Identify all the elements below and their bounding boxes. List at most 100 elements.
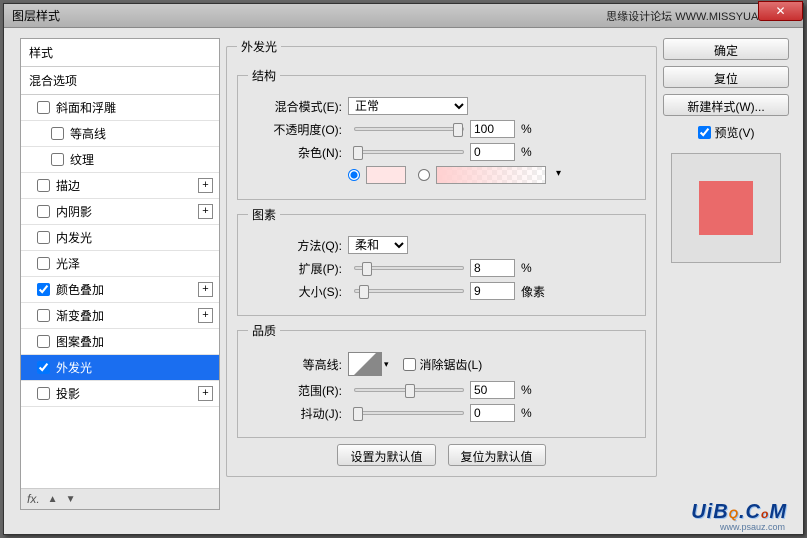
move-down-icon[interactable]: ▼	[66, 494, 76, 505]
antialias-checkbox[interactable]	[403, 358, 416, 371]
item-satin[interactable]: 光泽	[21, 251, 219, 277]
item-patternoverlay[interactable]: 图案叠加	[21, 329, 219, 355]
size-label: 大小(S):	[248, 283, 348, 300]
preview-box	[671, 153, 781, 263]
satin-checkbox[interactable]	[37, 257, 50, 270]
plus-icon[interactable]: +	[198, 178, 213, 193]
slider-thumb[interactable]	[353, 407, 363, 421]
dropshadow-checkbox[interactable]	[37, 387, 50, 400]
noise-unit: %	[521, 145, 532, 159]
window-title: 图层样式	[12, 7, 606, 24]
item-bevel[interactable]: 斜面和浮雕	[21, 95, 219, 121]
item-stroke[interactable]: 描边+	[21, 173, 219, 199]
contour-picker[interactable]	[348, 352, 382, 376]
preview-label: 预览(V)	[715, 124, 755, 141]
item-gradientoverlay[interactable]: 渐变叠加+	[21, 303, 219, 329]
innershadow-checkbox[interactable]	[37, 205, 50, 218]
size-input[interactable]	[470, 282, 515, 300]
range-label: 范围(R):	[248, 382, 348, 399]
jitter-slider[interactable]	[354, 411, 464, 415]
item-outerglow[interactable]: 外发光	[21, 355, 219, 381]
gradientoverlay-checkbox[interactable]	[37, 309, 50, 322]
opacity-input[interactable]	[470, 120, 515, 138]
structure-legend: 结构	[248, 67, 280, 84]
plus-icon[interactable]: +	[198, 204, 213, 219]
bevel-checkbox[interactable]	[37, 101, 50, 114]
slider-thumb[interactable]	[405, 384, 415, 398]
color-radio[interactable]	[348, 169, 360, 181]
innerglow-checkbox[interactable]	[37, 231, 50, 244]
noise-slider[interactable]	[354, 150, 464, 154]
gradient-radio[interactable]	[418, 169, 430, 181]
coloroverlay-checkbox[interactable]	[37, 283, 50, 296]
elements-legend: 图素	[248, 206, 280, 223]
spread-unit: %	[521, 261, 532, 275]
plus-icon[interactable]: +	[198, 282, 213, 297]
size-slider[interactable]	[354, 289, 464, 293]
spread-input[interactable]	[470, 259, 515, 277]
slider-thumb[interactable]	[353, 146, 363, 160]
slider-thumb[interactable]	[362, 262, 372, 276]
quality-group: 品质 等高线: ▾ 消除锯齿(L) 范围(R): % 抖动(J):	[237, 322, 646, 438]
outerglow-group: 外发光 结构 混合模式(E): 正常 不透明度(O): % 杂色(N):	[226, 38, 657, 477]
spread-slider[interactable]	[354, 266, 464, 270]
list-footer: fx. ▲ ▼	[21, 488, 219, 509]
contour-label: 等高线:	[248, 356, 348, 373]
jitter-label: 抖动(J):	[248, 405, 348, 422]
blendmode-label: 混合模式(E):	[248, 98, 348, 115]
ok-button[interactable]: 确定	[663, 38, 789, 60]
elements-group: 图素 方法(Q): 柔和 扩展(P): % 大小(S):	[237, 206, 646, 316]
item-innerglow[interactable]: 内发光	[21, 225, 219, 251]
item-contour[interactable]: 等高线	[21, 121, 219, 147]
range-unit: %	[521, 383, 532, 397]
left-panel: 样式 混合选项 斜面和浮雕 等高线 纹理 描边+ 内阴影+ 内发光 光泽 颜色叠…	[4, 28, 220, 534]
blendmode-select[interactable]: 正常	[348, 97, 468, 115]
outerglow-legend: 外发光	[237, 38, 281, 55]
reset-default-button[interactable]: 复位为默认值	[448, 444, 546, 466]
color-swatch[interactable]	[366, 166, 406, 184]
content: 样式 混合选项 斜面和浮雕 等高线 纹理 描边+ 内阴影+ 内发光 光泽 颜色叠…	[4, 28, 803, 534]
right-panel: 确定 复位 新建样式(W)... 预览(V)	[663, 28, 803, 534]
style-list: 样式 混合选项 斜面和浮雕 等高线 纹理 描边+ 内阴影+ 内发光 光泽 颜色叠…	[20, 38, 220, 510]
opacity-slider[interactable]	[354, 127, 464, 131]
chevron-down-icon[interactable]: ▾	[384, 359, 389, 370]
texture-checkbox[interactable]	[51, 153, 64, 166]
range-slider[interactable]	[354, 388, 464, 392]
size-unit: 像素	[521, 283, 545, 300]
styles-header[interactable]: 样式	[21, 39, 219, 67]
preview-checkbox[interactable]	[698, 126, 711, 139]
item-dropshadow[interactable]: 投影+	[21, 381, 219, 407]
technique-select[interactable]: 柔和	[348, 236, 408, 254]
slider-thumb[interactable]	[453, 123, 463, 137]
antialias-label: 消除锯齿(L)	[420, 356, 483, 373]
noise-input[interactable]	[470, 143, 515, 161]
outerglow-checkbox[interactable]	[37, 361, 50, 374]
opacity-label: 不透明度(O):	[248, 121, 348, 138]
plus-icon[interactable]: +	[198, 308, 213, 323]
contour-checkbox[interactable]	[51, 127, 64, 140]
item-innershadow[interactable]: 内阴影+	[21, 199, 219, 225]
structure-group: 结构 混合模式(E): 正常 不透明度(O): % 杂色(N):	[237, 67, 646, 200]
watermark: UiBQ.CoM	[691, 501, 787, 524]
range-input[interactable]	[470, 381, 515, 399]
jitter-input[interactable]	[470, 404, 515, 422]
plus-icon[interactable]: +	[198, 386, 213, 401]
gradient-swatch[interactable]	[436, 166, 546, 184]
patternoverlay-checkbox[interactable]	[37, 335, 50, 348]
new-style-button[interactable]: 新建样式(W)...	[663, 94, 789, 116]
move-up-icon[interactable]: ▲	[48, 494, 58, 505]
blending-options[interactable]: 混合选项	[21, 67, 219, 95]
watermark-sub: www.psauz.com	[720, 522, 785, 532]
opacity-unit: %	[521, 122, 532, 136]
item-texture[interactable]: 纹理	[21, 147, 219, 173]
technique-label: 方法(Q):	[248, 237, 348, 254]
jitter-unit: %	[521, 406, 532, 420]
stroke-checkbox[interactable]	[37, 179, 50, 192]
make-default-button[interactable]: 设置为默认值	[337, 444, 435, 466]
item-coloroverlay[interactable]: 颜色叠加+	[21, 277, 219, 303]
close-button[interactable]: ✕	[758, 1, 803, 21]
cancel-button[interactable]: 复位	[663, 66, 789, 88]
slider-thumb[interactable]	[359, 285, 369, 299]
titlebar[interactable]: 图层样式 思缘设计论坛 WWW.MISSYUAN.COM ✕	[4, 4, 803, 28]
fx-menu[interactable]: fx.	[27, 492, 40, 506]
